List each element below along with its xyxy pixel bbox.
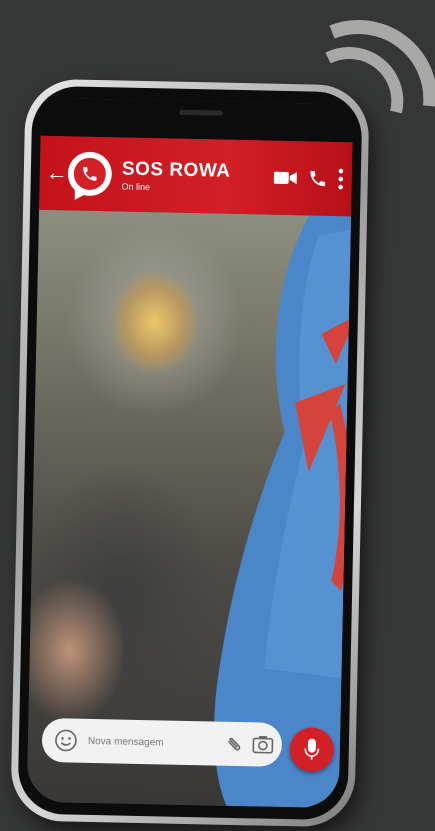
contact-info[interactable]: SOS ROWA On line bbox=[121, 158, 274, 194]
paperclip-icon[interactable] bbox=[226, 734, 244, 754]
phone-logo-icon bbox=[83, 166, 97, 181]
phone-frame: ← SOS ROWA On line bbox=[10, 78, 370, 828]
message-input[interactable] bbox=[85, 734, 227, 751]
camera-icon[interactable] bbox=[252, 734, 274, 754]
contact-name: SOS ROWA bbox=[121, 158, 231, 182]
smiley-icon[interactable] bbox=[54, 728, 78, 752]
phone-icon[interactable] bbox=[308, 168, 328, 188]
earpiece-speaker bbox=[179, 109, 224, 116]
phone-notch bbox=[122, 99, 280, 133]
contact-status: On line bbox=[121, 181, 151, 192]
video-camera-icon[interactable] bbox=[273, 170, 298, 186]
header-actions bbox=[273, 167, 344, 190]
blue-sleeve-image bbox=[214, 215, 354, 809]
microphone-icon bbox=[304, 738, 320, 760]
message-composer bbox=[41, 717, 283, 767]
back-arrow-icon[interactable]: ← bbox=[46, 160, 69, 186]
phone-bezel: ← SOS ROWA On line bbox=[17, 85, 363, 821]
more-vertical-icon[interactable] bbox=[338, 168, 344, 190]
contact-avatar-logo[interactable] bbox=[67, 151, 113, 197]
chat-header: ← SOS ROWA On line bbox=[39, 135, 353, 217]
phone-screen: ← SOS ROWA On line bbox=[26, 97, 354, 809]
